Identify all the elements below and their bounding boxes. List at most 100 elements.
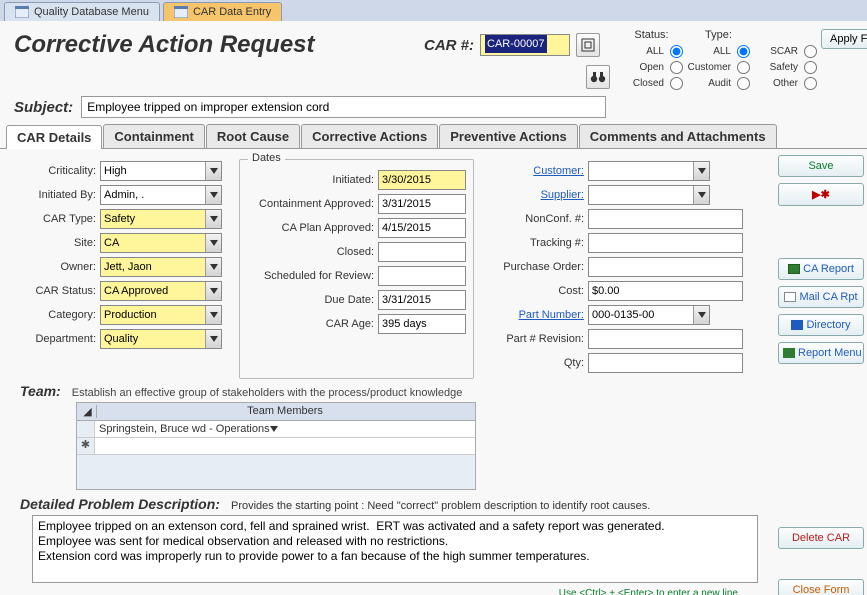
type-customer-radio[interactable]	[737, 61, 750, 74]
initiated-by-select[interactable]	[100, 185, 222, 205]
owner-select[interactable]	[100, 257, 222, 277]
filter-panel: Status: ALL Open Closed Type: ALL Custom…	[620, 29, 867, 90]
mail-icon	[784, 292, 796, 302]
initiated-date-input[interactable]	[378, 170, 466, 190]
chevron-down-icon[interactable]	[205, 306, 221, 324]
save-button[interactable]: Save	[778, 155, 864, 177]
chevron-down-icon[interactable]	[693, 162, 709, 180]
containment-date-input[interactable]	[378, 194, 466, 214]
status-closed-radio[interactable]	[670, 77, 683, 90]
status-label: Status:	[620, 29, 683, 41]
tab-containment[interactable]: Containment	[103, 124, 204, 148]
form-tab-bar: CAR Details Containment Root Cause Corre…	[0, 124, 867, 149]
chevron-down-icon[interactable]	[205, 258, 221, 276]
customer-select[interactable]	[588, 161, 710, 181]
chevron-down-icon[interactable]	[205, 162, 221, 180]
type-all-radio[interactable]	[737, 45, 750, 58]
type-label: Type:	[687, 29, 750, 41]
problem-section: Detailed Problem Description: Provides t…	[6, 490, 772, 595]
tab-label: CAR Data Entry	[193, 6, 271, 18]
table-empty-area	[77, 455, 475, 489]
delete-car-button[interactable]: Delete CAR	[778, 527, 864, 549]
action-sidebar: Save ▶✱ CA Report Mail CA Rpt Directory …	[778, 155, 864, 595]
type-other-radio[interactable]	[804, 77, 817, 90]
form-icon	[15, 6, 29, 18]
dates-legend: Dates	[248, 152, 285, 164]
tab-car-details[interactable]: CAR Details	[6, 125, 102, 149]
part-number-select[interactable]	[588, 305, 710, 325]
chevron-down-icon[interactable]	[205, 330, 221, 348]
status-open-radio[interactable]	[670, 61, 683, 74]
next-record-button[interactable]: ▶✱	[778, 183, 864, 206]
chevron-down-icon[interactable]	[693, 186, 709, 204]
customer-link[interactable]: Customer:	[486, 165, 584, 177]
car-type-select[interactable]	[100, 209, 222, 229]
tab-corrective-actions[interactable]: Corrective Actions	[301, 124, 438, 148]
subject-label: Subject:	[14, 99, 73, 116]
cost-input[interactable]	[588, 281, 743, 301]
report-menu-button[interactable]: Report Menu	[778, 342, 864, 364]
tracking-input[interactable]	[588, 233, 743, 253]
apply-filters-button[interactable]: Apply Filters	[821, 29, 867, 49]
tab-comments-attachments[interactable]: Comments and Attachments	[579, 124, 777, 148]
supplier-link[interactable]: Supplier:	[486, 189, 584, 201]
problem-helper-text: Use <Ctrl> + <Enter> to enter a new line	[20, 588, 738, 595]
tab-preventive-actions[interactable]: Preventive Actions	[439, 124, 578, 148]
expand-icon[interactable]	[576, 33, 600, 57]
problem-description-textarea[interactable]	[32, 515, 758, 583]
criticality-select[interactable]	[100, 161, 222, 181]
tab-quality-db-menu[interactable]: Quality Database Menu	[4, 2, 160, 21]
part-number-link[interactable]: Part Number:	[486, 309, 584, 321]
chevron-down-icon[interactable]	[270, 423, 278, 435]
qty-input[interactable]	[588, 353, 743, 373]
binoculars-icon[interactable]	[586, 65, 610, 89]
type-audit-radio[interactable]	[737, 77, 750, 90]
chevron-down-icon[interactable]	[205, 210, 221, 228]
supplier-select[interactable]	[588, 185, 710, 205]
due-date-input[interactable]	[378, 290, 466, 310]
subject-input[interactable]	[81, 96, 606, 118]
report-menu-icon	[783, 348, 795, 358]
nonconf-input[interactable]	[588, 209, 743, 229]
dates-group: Dates Initiated: Containment Approved: C…	[239, 159, 474, 379]
new-row[interactable]: ✱	[77, 438, 475, 455]
header: Corrective Action Request CAR #: CAR-000…	[0, 21, 867, 92]
department-select[interactable]	[100, 329, 222, 349]
team-members-header[interactable]: Team Members	[97, 405, 473, 418]
tab-root-cause[interactable]: Root Cause	[206, 124, 300, 148]
closed-date-input[interactable]	[378, 242, 466, 262]
type-scar-radio[interactable]	[804, 45, 817, 58]
problem-label: Detailed Problem Description:	[20, 496, 220, 512]
chevron-down-icon[interactable]	[205, 282, 221, 300]
close-form-button[interactable]: Close Form	[778, 579, 864, 595]
chevron-down-icon[interactable]	[205, 186, 221, 204]
table-row[interactable]: Springstein, Bruce wd - Operations	[77, 421, 475, 438]
car-age-field	[378, 314, 466, 334]
mail-ca-report-button[interactable]: Mail CA Rpt	[778, 286, 864, 308]
directory-button[interactable]: Directory	[778, 314, 864, 336]
car-status-select[interactable]	[100, 281, 222, 301]
category-select[interactable]	[100, 305, 222, 325]
car-number-field[interactable]: CAR-00007	[480, 34, 570, 56]
part-rev-input[interactable]	[588, 329, 743, 349]
ca-report-button[interactable]: CA Report	[778, 258, 864, 280]
report-icon	[788, 264, 800, 274]
book-icon	[791, 320, 803, 330]
car-number-label: CAR #:	[424, 37, 474, 54]
scheduled-review-input[interactable]	[378, 266, 466, 286]
ca-plan-date-input[interactable]	[378, 218, 466, 238]
reference-column: Customer: Supplier: NonConf. #: Tracking…	[482, 155, 757, 379]
type-safety-radio[interactable]	[804, 61, 817, 74]
team-hint: Establish an effective group of stakehol…	[72, 387, 463, 399]
team-label: Team:	[20, 383, 61, 399]
team-table: ◢Team Members Springstein, Bruce wd - Op…	[76, 402, 476, 490]
team-section: Team: Establish an effective group of st…	[6, 379, 772, 490]
chevron-down-icon[interactable]	[205, 234, 221, 252]
chevron-down-icon[interactable]	[693, 306, 709, 324]
site-select[interactable]	[100, 233, 222, 253]
row-selector-header[interactable]: ◢	[79, 405, 97, 418]
status-all-radio[interactable]	[670, 45, 683, 58]
tab-car-data-entry[interactable]: CAR Data Entry	[163, 2, 282, 21]
new-record-icon: ✱	[77, 438, 95, 454]
po-input[interactable]	[588, 257, 743, 277]
